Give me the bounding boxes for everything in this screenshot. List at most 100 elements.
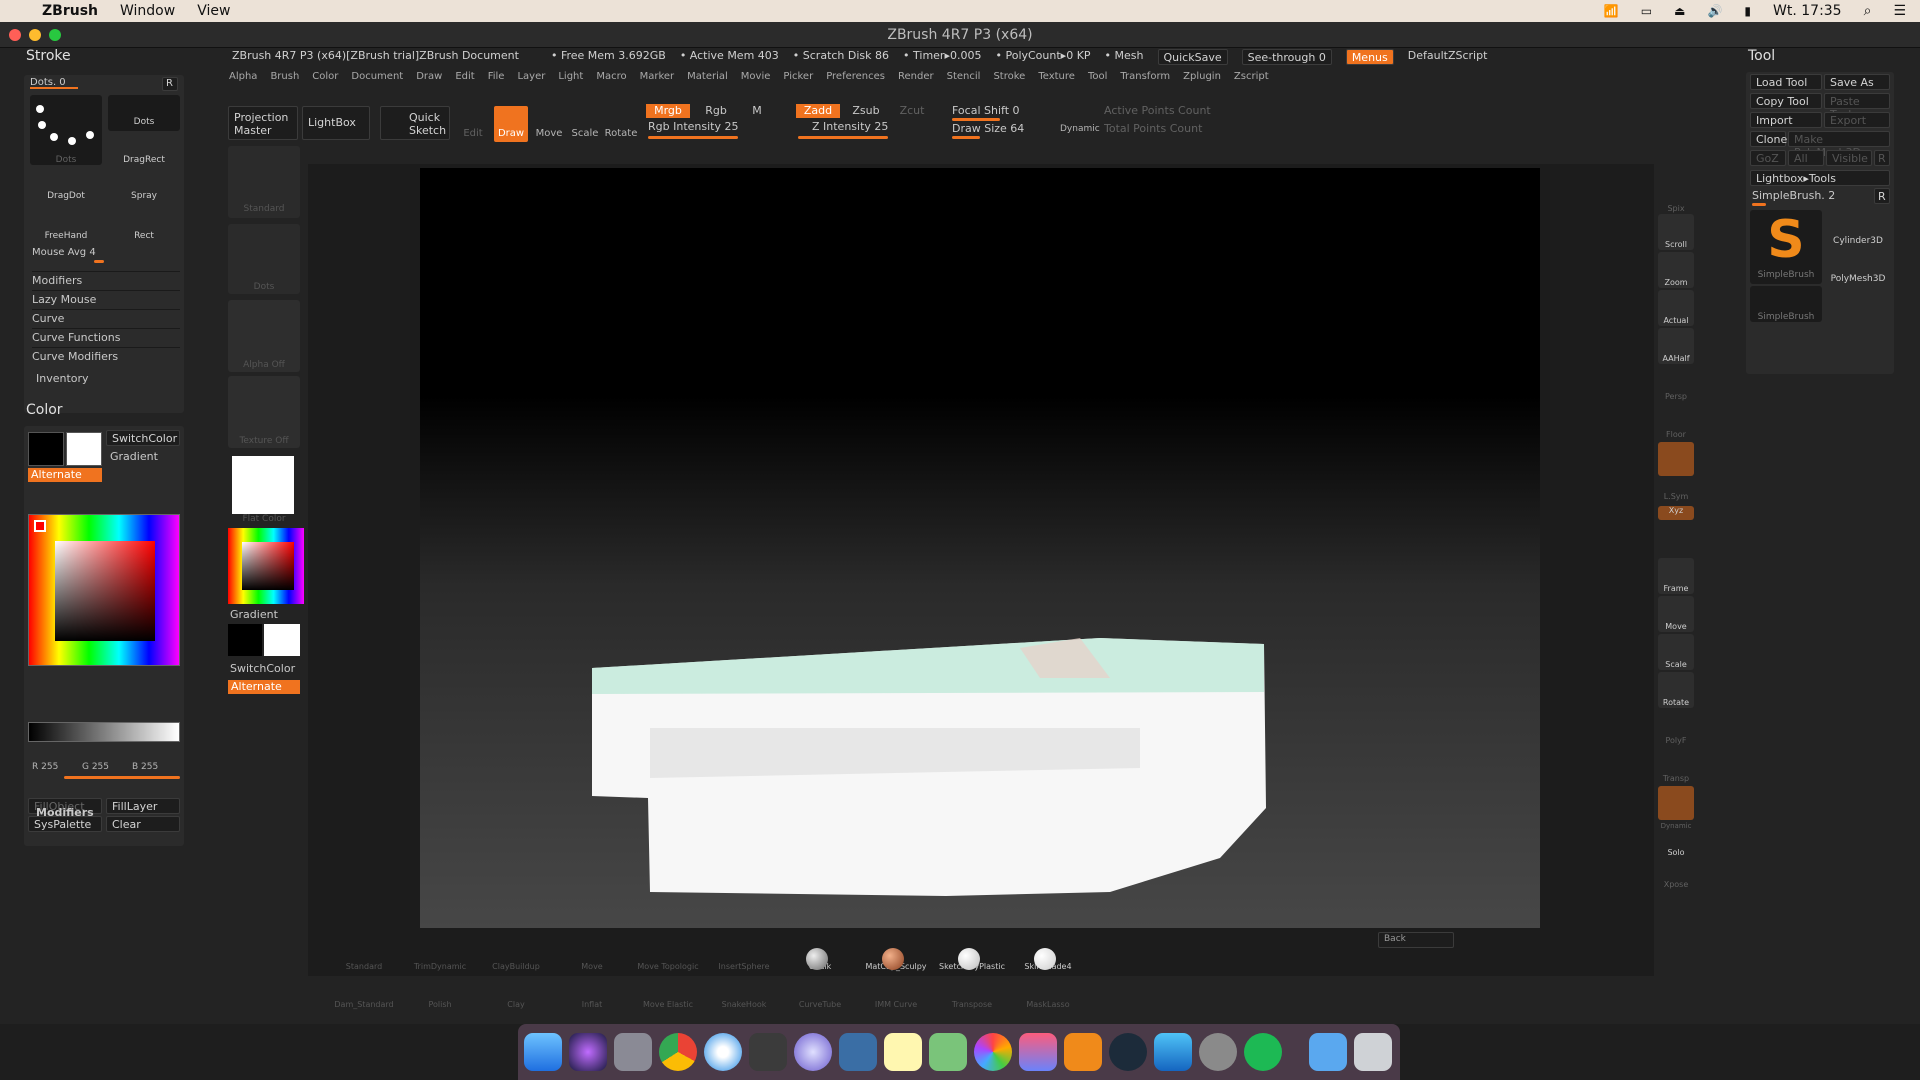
simplebrush-tool-thumb[interactable]: S SimpleBrush [1750,210,1822,284]
battery-icon[interactable]: ▮ [1744,4,1751,18]
export-button[interactable]: Export [1824,112,1890,128]
ghost-button[interactable] [1658,786,1694,820]
menu-transform[interactable]: Transform [1120,71,1170,85]
copy-tool-button[interactable]: Copy Tool [1750,93,1822,109]
zbrush-icon[interactable] [749,1033,787,1071]
menu-material[interactable]: Material [687,71,728,85]
menu-zplugin[interactable]: Zplugin [1183,71,1221,85]
brush-move-elastic[interactable]: Move Elastic [630,972,706,1010]
visible-button[interactable]: Visible [1826,150,1872,166]
local-button[interactable] [1658,442,1694,476]
simplebrush-tool-2[interactable]: SimpleBrush [1750,286,1822,322]
move-view-button[interactable]: Move [1658,596,1694,632]
floor-button[interactable]: Floor [1658,404,1694,440]
material-slot[interactable] [232,456,294,514]
zsub-button[interactable]: Zsub [846,104,886,118]
shelf-primary-swatch[interactable] [228,624,262,656]
zoom-window-button[interactable] [49,29,61,41]
menu-picker[interactable]: Picker [783,71,813,85]
menu-zscript[interactable]: Zscript [1234,71,1269,85]
red-value[interactable]: R 255 [32,762,72,774]
polymesh3d-tool[interactable]: PolyMesh3D [1826,248,1890,284]
scale-mode-button[interactable]: Scale [568,106,602,142]
scroll-button[interactable]: Scroll [1658,214,1694,250]
chrome-icon[interactable] [659,1033,697,1071]
brush-transpose[interactable]: Transpose [934,972,1010,1010]
blue-value[interactable]: B 255 [132,762,172,774]
brush-move[interactable]: Move [554,932,630,972]
color-picker-square[interactable] [55,541,155,641]
color-modifiers-section[interactable]: Modifiers [36,806,136,820]
focal-shift-slider[interactable]: Focal Shift 0 [952,104,1092,118]
shelf-switchcolor-button[interactable]: SwitchColor [230,662,302,675]
launchpad-icon[interactable] [614,1033,652,1071]
maps-icon[interactable] [929,1033,967,1071]
actual-button[interactable]: Actual [1658,290,1694,326]
menu-stencil[interactable]: Stencil [947,71,981,85]
system-preferences-icon[interactable] [1199,1033,1237,1071]
brush-inflat[interactable]: Inflat [554,972,630,1010]
edit-mode-button[interactable]: Edit [458,112,488,140]
photos-icon[interactable] [974,1033,1012,1071]
brush-masklasso[interactable]: MaskLasso [1010,972,1086,1010]
quicksave-button[interactable]: QuickSave [1157,49,1228,65]
curve-modifiers-section[interactable]: Curve Modifiers [32,347,180,363]
green-value[interactable]: G 255 [82,762,122,774]
menu-edit[interactable]: Edit [455,71,474,85]
app-store-icon[interactable] [1154,1033,1192,1071]
tool-r-button[interactable]: R [1874,150,1890,166]
load-tool-button[interactable]: Load Tool [1750,74,1822,90]
mini-color-picker[interactable] [228,528,304,604]
m-button[interactable]: M [742,104,772,118]
zadd-button[interactable]: Zadd [796,104,840,118]
spotify-icon[interactable] [1244,1033,1282,1071]
menu-movie[interactable]: Movie [741,71,771,85]
clone-button[interactable]: Clone [1750,131,1787,147]
folder-icon[interactable] [1309,1033,1347,1071]
close-window-button[interactable] [9,29,21,41]
menu-layer[interactable]: Layer [517,71,545,85]
menu-color[interactable]: Color [312,71,338,85]
zcut-button[interactable]: Zcut [892,104,932,118]
menu-preferences[interactable]: Preferences [826,71,885,85]
make-polymesh-button[interactable]: Make PolyMesh3D [1788,131,1890,159]
spix-button[interactable]: Spix [1656,204,1696,213]
ibooks-icon[interactable] [1064,1033,1102,1071]
airplay-icon[interactable]: ▭ [1641,4,1652,18]
rotate-view-button[interactable]: Rotate [1658,672,1694,708]
lsym-button[interactable]: L.Sym [1658,480,1694,504]
brush-snakehook[interactable]: SnakeHook [706,972,782,1010]
move-mode-button[interactable]: Move [532,106,566,142]
window-menu[interactable]: Window [120,3,175,19]
app-menu[interactable]: ZBrush [42,3,98,19]
frame-button[interactable]: Frame [1658,558,1694,594]
spotlight-icon[interactable]: ⌕ [1864,3,1872,19]
menu-tool[interactable]: Tool [1088,71,1107,85]
gradient-button[interactable]: Gradient [110,450,180,464]
dynamic-toggle[interactable]: Dynamic [1060,124,1110,138]
alpha-slot[interactable]: Alpha Off [228,300,300,372]
safari-icon[interactable] [704,1033,742,1071]
shelf-alternate-button[interactable]: Alternate [228,680,300,694]
brush-move-topologic[interactable]: Move Topologic [630,932,706,972]
cylinder3d-tool[interactable]: Cylinder3D [1826,210,1890,246]
menu-render[interactable]: Render [898,71,934,85]
xpose-button[interactable]: Xpose [1658,860,1694,890]
value-slider[interactable] [28,722,180,742]
primary-color-swatch[interactable] [28,432,64,466]
standard-brush-slot[interactable]: Standard [228,146,300,218]
menu-marker[interactable]: Marker [640,71,675,85]
draw-mode-button[interactable]: Draw [494,106,528,142]
trash-icon[interactable] [1354,1033,1392,1071]
rotate-mode-button[interactable]: Rotate [604,106,638,142]
color-picker[interactable] [28,514,180,666]
brush-app-icon[interactable] [794,1033,832,1071]
menu-file[interactable]: File [488,71,505,85]
document-canvas[interactable] [420,168,1540,928]
shelf-secondary-swatch[interactable] [264,624,300,656]
default-zscript-button[interactable]: DefaultZScript [1408,49,1488,65]
notification-icon[interactable]: ☰ [1893,3,1906,19]
scale-view-button[interactable]: Scale [1658,634,1694,670]
stroke-rect-item[interactable]: Rect [108,209,180,243]
brush-claybuildup[interactable]: ClayBuildup [478,932,554,972]
